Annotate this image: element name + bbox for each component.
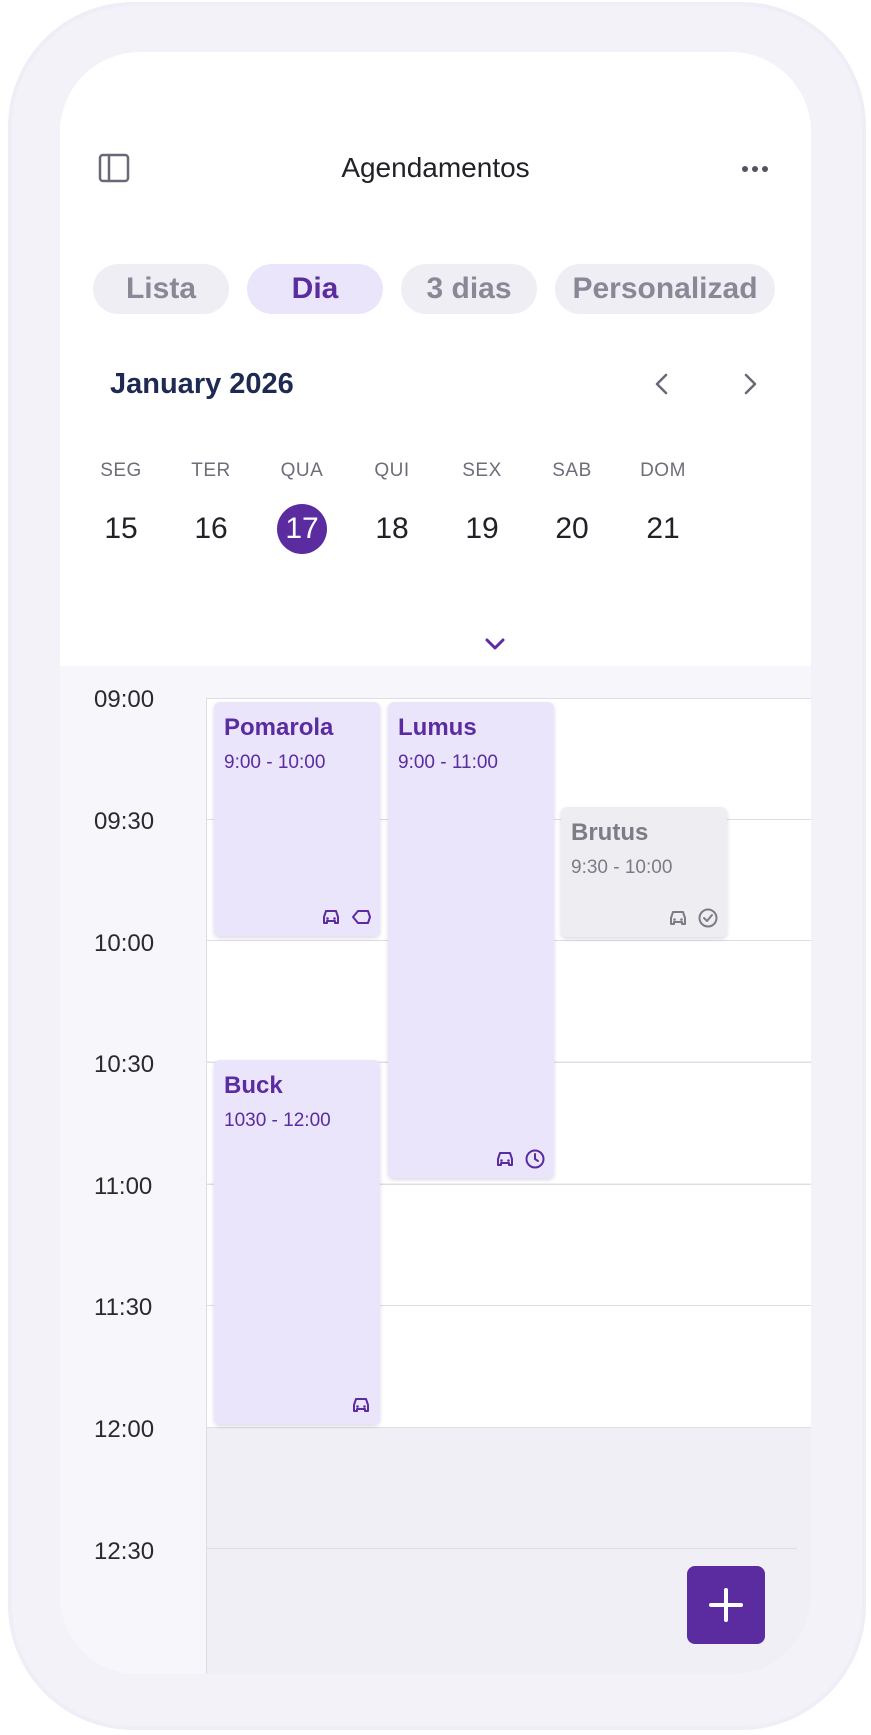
day-date: 15 — [104, 512, 138, 545]
tab-lista[interactable]: Lista — [93, 264, 229, 314]
event-icons — [667, 907, 719, 929]
event-time: 9:30 - 10:00 — [571, 857, 673, 878]
event-name: Buck — [224, 1072, 283, 1099]
day-date: 19 — [465, 512, 499, 545]
page-title: Agendamentos — [341, 152, 530, 183]
car-icon — [494, 1148, 516, 1170]
tab-dia[interactable]: Dia — [247, 264, 383, 314]
chevron-down-icon[interactable] — [482, 634, 508, 654]
event-name: Lumus — [398, 714, 477, 741]
car-icon — [320, 906, 342, 928]
add-appointment-button[interactable] — [687, 1566, 765, 1644]
time-label: 11:30 — [94, 1294, 153, 1321]
event-icons — [350, 1394, 372, 1416]
time-label: 10:00 — [94, 930, 155, 957]
plus-icon — [709, 1588, 743, 1622]
car-icon — [667, 907, 689, 929]
event-time: 9:00 - 10:00 — [224, 752, 326, 773]
day-date: 18 — [375, 512, 409, 545]
day-date: 20 — [555, 512, 589, 545]
event-time: 9:00 - 11:00 — [398, 752, 499, 773]
app-screen: Agendamentos Lista Dia 3 dias Personaliz… — [60, 52, 811, 1674]
day-sex[interactable]: SEX 19 — [432, 460, 532, 554]
grid-line — [207, 1548, 797, 1549]
event-name: Pomarola — [224, 714, 334, 741]
time-label: 12:00 — [94, 1416, 155, 1443]
check-circle-icon — [697, 907, 719, 929]
day-date: 16 — [194, 512, 228, 545]
event-card-pomarola[interactable]: Pomarola 9:00 - 10:00 — [214, 702, 380, 936]
chevron-right-icon[interactable] — [734, 366, 766, 402]
time-label: 09:30 — [94, 808, 155, 835]
day-date: 21 — [646, 512, 680, 545]
more-horizontal-icon[interactable] — [738, 154, 772, 184]
time-label: 11:00 — [94, 1173, 153, 1200]
day-timeline: 09:00 09:30 10:00 10:30 11:00 11:30 12:0… — [60, 666, 811, 1674]
tab-3-dias[interactable]: 3 dias — [401, 264, 537, 314]
day-name: QUA — [280, 460, 324, 481]
selected-day-date: 17 — [277, 504, 327, 554]
time-label: 12:30 — [94, 1538, 155, 1565]
day-qua[interactable]: QUA 17 — [252, 460, 352, 554]
event-icons — [320, 906, 372, 928]
car-icon — [350, 1394, 372, 1416]
day-sab[interactable]: SAB 20 — [522, 460, 622, 554]
tab-personalizado[interactable]: Personalizad — [555, 264, 775, 314]
event-card-brutus[interactable]: Brutus 9:30 - 10:00 — [561, 807, 727, 937]
day-dom[interactable]: DOM 21 — [613, 460, 713, 554]
day-ter[interactable]: TER 16 — [161, 460, 261, 554]
day-name: DOM — [640, 460, 686, 481]
event-card-lumus[interactable]: Lumus 9:00 - 11:00 — [388, 702, 554, 1178]
view-tabs: Lista Dia 3 dias Personalizad — [93, 264, 775, 314]
event-card-buck[interactable]: Buck 1030 - 12:00 — [214, 1060, 380, 1424]
day-qui[interactable]: QUI 18 — [342, 460, 442, 554]
grid-line — [207, 1427, 811, 1428]
event-time: 1030 - 12:00 — [224, 1110, 331, 1131]
day-name: SEX — [462, 460, 502, 481]
month-label: January 2026 — [110, 368, 294, 400]
event-icons — [494, 1148, 546, 1170]
event-name: Brutus — [571, 819, 649, 846]
day-name: QUI — [374, 460, 410, 481]
day-name: SAB — [552, 460, 592, 481]
time-label: 09:00 — [94, 686, 155, 713]
tag-icon — [350, 906, 372, 928]
day-name: TER — [191, 460, 231, 481]
chevron-left-icon[interactable] — [646, 366, 678, 402]
day-seg[interactable]: SEG 15 — [71, 460, 171, 554]
day-name: SEG — [100, 460, 142, 481]
clock-icon — [524, 1148, 546, 1170]
time-label: 10:30 — [94, 1051, 155, 1078]
